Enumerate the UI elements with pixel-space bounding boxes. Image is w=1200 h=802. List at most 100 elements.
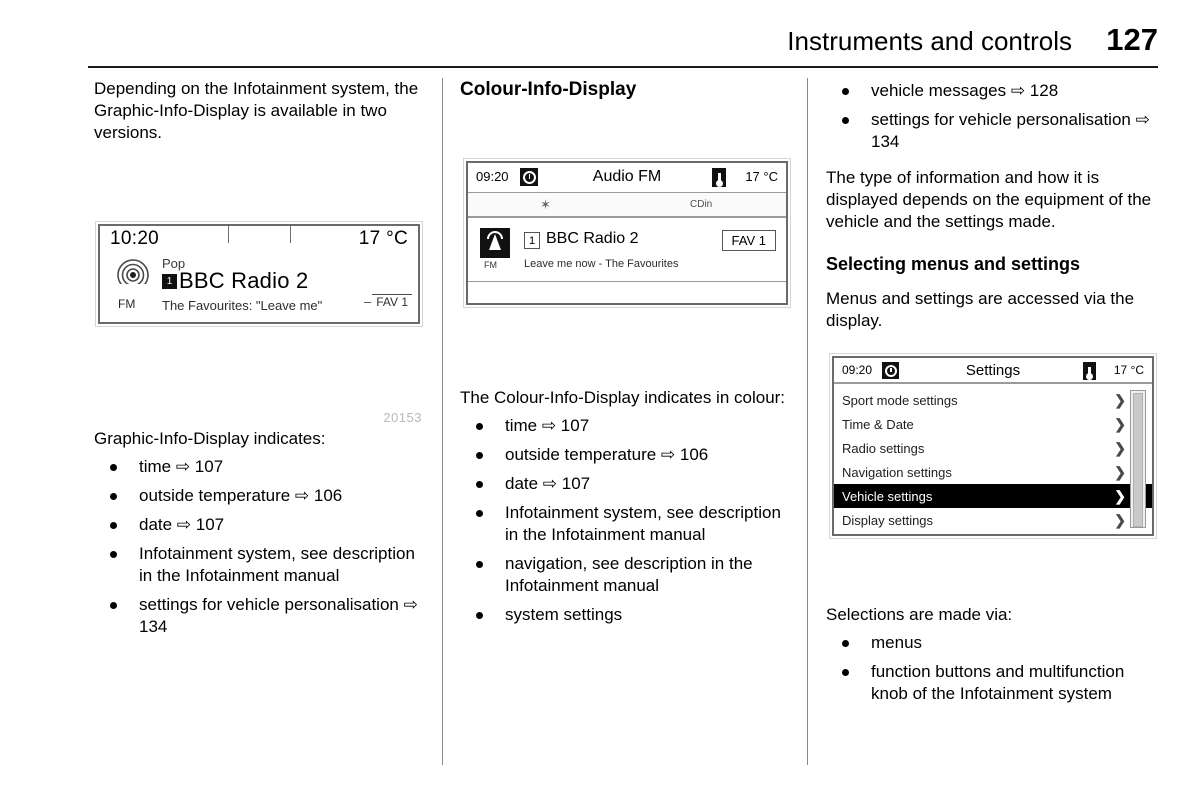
graphic-info-display-screen: 10:20 17 °C FM Pop 1 BBC Radio 2 The Fav… bbox=[95, 221, 423, 327]
settings-scrollbar-thumb[interactable] bbox=[1133, 393, 1143, 527]
cid-track-text: Leave me now - The Favourites bbox=[524, 258, 679, 270]
bullet-icon bbox=[110, 551, 117, 558]
settings-menu-item-display[interactable]: Display settings ❯ bbox=[834, 508, 1152, 532]
middle-list-intro: The Colour-Info-Display indicates in col… bbox=[460, 388, 786, 407]
cid-main-area: FM 1 BBC Radio 2 Leave me now - The Favo… bbox=[468, 220, 786, 282]
settings-screen-figure: 09:20 Settings 17 °C Sport mode settings… bbox=[826, 348, 1158, 604]
chevron-right-icon: ❯ bbox=[1114, 440, 1126, 456]
right-bottom-bullet-list: menus function buttons and multifunction… bbox=[826, 632, 1158, 705]
gid-fav-label: FAV 1 bbox=[372, 294, 412, 309]
selecting-menus-heading: Selecting menus and settings bbox=[826, 254, 1081, 274]
cd-status-label: CDin bbox=[690, 199, 713, 210]
settings-menu-item-navigation[interactable]: Navigation settings ❯ bbox=[834, 460, 1152, 484]
gid-temperature: 17 °C bbox=[358, 228, 408, 249]
gid-status-bar: 10:20 17 °C bbox=[100, 226, 418, 252]
cid-station-name: BBC Radio 2 bbox=[546, 230, 639, 247]
bluetooth-icon: ✶ bbox=[540, 197, 551, 212]
list-item-label: time ⇨ 107 bbox=[139, 457, 224, 476]
left-intro-paragraph: Depending on the Infotainment system, th… bbox=[94, 79, 419, 142]
gid-tick-1 bbox=[228, 226, 229, 243]
list-item: menus bbox=[826, 632, 1158, 654]
gid-preset-number: 1 bbox=[162, 273, 177, 289]
page-title: Instruments and controls bbox=[787, 26, 1072, 56]
figure-caption-left: 20153 bbox=[383, 410, 422, 425]
right-column: vehicle messages ⇨ 128 settings for vehi… bbox=[826, 78, 1158, 705]
list-item: date ⇨ 107 bbox=[460, 473, 790, 495]
middle-column: Colour-Info-Display 09:20 Audio FM 17 °C… bbox=[460, 78, 791, 626]
fm-antenna-icon bbox=[480, 228, 510, 258]
bullet-icon bbox=[476, 481, 483, 488]
gid-track-text: The Favourites: "Leave me" bbox=[162, 298, 323, 313]
list-item-label: outside temperature ⇨ 106 bbox=[505, 445, 709, 464]
list-item-label: system settings bbox=[505, 605, 623, 624]
bullet-icon bbox=[476, 510, 483, 517]
thermometer-icon bbox=[712, 168, 726, 187]
bullet-icon bbox=[110, 602, 117, 609]
settings-menu-item-sport-mode[interactable]: Sport mode settings ❯ bbox=[834, 388, 1152, 412]
column-divider-1 bbox=[442, 78, 443, 765]
gid-fav-indicator: – FAV 1 bbox=[364, 294, 412, 309]
gid-time: 10:20 bbox=[110, 228, 160, 249]
settings-menu-list: Sport mode settings ❯ Time & Date ❯ Radi… bbox=[834, 386, 1152, 534]
left-list-intro: Graphic-Info-Display indicates: bbox=[94, 429, 326, 448]
graphic-info-display-figure: 10:20 17 °C FM Pop 1 BBC Radio 2 The Fav… bbox=[94, 158, 424, 428]
page-number: 127 bbox=[1106, 22, 1158, 57]
right-heading-paragraph: Menus and settings are accessed via the … bbox=[826, 289, 1135, 330]
settings-menu-item-vehicle[interactable]: Vehicle settings ❯ bbox=[834, 484, 1152, 508]
list-item: date ⇨ 107 bbox=[94, 514, 424, 536]
chevron-right-icon: ❯ bbox=[1114, 488, 1126, 504]
cid-footer-area bbox=[468, 282, 786, 303]
list-item: time ⇨ 107 bbox=[460, 415, 790, 437]
chevron-right-icon: ❯ bbox=[1114, 416, 1126, 432]
gid-tick-2 bbox=[290, 226, 291, 243]
cid-title: Audio FM bbox=[592, 168, 662, 185]
list-item: time ⇨ 107 bbox=[94, 456, 424, 478]
cid-status-bar: 09:20 Audio FM 17 °C bbox=[468, 163, 786, 193]
page-header: Instruments and controls 127 bbox=[88, 22, 1158, 68]
list-item: outside temperature ⇨ 106 bbox=[94, 485, 424, 507]
cid-band-label: FM bbox=[484, 260, 497, 270]
menu-item-label: Radio settings bbox=[842, 440, 925, 456]
bullet-icon bbox=[842, 640, 849, 647]
list-item-label: vehicle messages ⇨ 128 bbox=[871, 81, 1059, 100]
bullet-icon bbox=[842, 88, 849, 95]
bullet-icon bbox=[110, 464, 117, 471]
colour-info-display-figure: 09:20 Audio FM 17 °C ✶ CDin FM 1 BBC Rad… bbox=[460, 115, 791, 387]
settings-scrollbar[interactable] bbox=[1130, 390, 1146, 528]
settings-menu-item-time-date[interactable]: Time & Date ❯ bbox=[834, 412, 1152, 436]
list-item: navigation, see description in the Infot… bbox=[460, 553, 790, 597]
right-paragraph: The type of information and how it is di… bbox=[826, 168, 1152, 231]
right-top-bullet-list: vehicle messages ⇨ 128 settings for vehi… bbox=[826, 80, 1158, 153]
middle-bullet-list: time ⇨ 107 outside temperature ⇨ 106 dat… bbox=[460, 415, 790, 626]
bullet-icon bbox=[476, 561, 483, 568]
left-bullet-list: time ⇨ 107 outside temperature ⇨ 106 dat… bbox=[94, 456, 424, 638]
list-item-label: Infotainment system, see description in … bbox=[505, 503, 781, 544]
cid-temperature: 17 °C bbox=[745, 169, 778, 184]
left-column: Depending on the Infotainment system, th… bbox=[94, 78, 424, 638]
bullet-icon bbox=[842, 669, 849, 676]
bullet-icon bbox=[476, 612, 483, 619]
list-item-label: time ⇨ 107 bbox=[505, 416, 590, 435]
list-item-label: function buttons and multifunction knob … bbox=[871, 662, 1125, 703]
bullet-icon bbox=[476, 452, 483, 459]
colour-info-display-screen: 09:20 Audio FM 17 °C ✶ CDin FM 1 BBC Rad… bbox=[463, 158, 791, 308]
gid-station-name: BBC Radio 2 bbox=[179, 268, 309, 293]
settings-status-bar: 09:20 Settings 17 °C bbox=[834, 358, 1152, 384]
cid-preset-number: 1 bbox=[524, 232, 540, 249]
list-item: settings for vehicle personalisation ⇨ 1… bbox=[826, 109, 1158, 153]
cid-fav-button[interactable]: FAV 1 bbox=[721, 230, 776, 251]
settings-title: Settings bbox=[965, 362, 1021, 379]
right-list-intro: Selections are made via: bbox=[826, 605, 1013, 624]
list-item: outside temperature ⇨ 106 bbox=[460, 444, 790, 466]
list-item: vehicle messages ⇨ 128 bbox=[826, 80, 1158, 102]
list-item: settings for vehicle personalisation ⇨ 1… bbox=[94, 594, 424, 638]
list-item-label: Infotainment system, see description in … bbox=[139, 544, 415, 585]
list-item: Infotainment system, see description in … bbox=[460, 502, 790, 546]
list-item-label: outside temperature ⇨ 106 bbox=[139, 486, 343, 505]
list-item: Infotainment system, see description in … bbox=[94, 543, 424, 587]
menu-item-label: Navigation settings bbox=[842, 464, 952, 480]
settings-menu-item-radio[interactable]: Radio settings ❯ bbox=[834, 436, 1152, 460]
settings-temperature: 17 °C bbox=[1113, 363, 1144, 377]
fm-radio-icon: FM bbox=[114, 258, 156, 311]
header-rule bbox=[88, 66, 1158, 68]
